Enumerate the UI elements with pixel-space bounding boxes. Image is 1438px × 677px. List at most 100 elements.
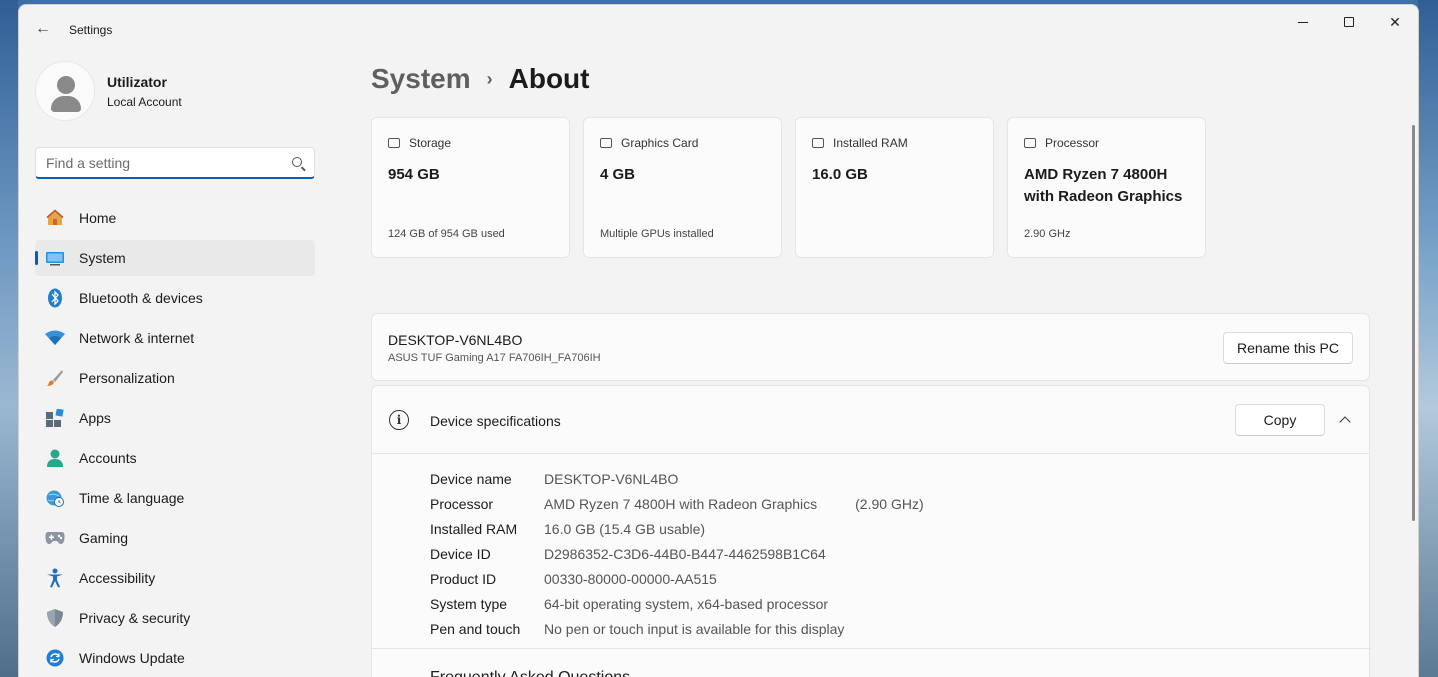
spec-value: No pen or touch input is available for t… — [544, 620, 845, 637]
profile-account-type: Local Account — [107, 94, 182, 109]
page-title: About — [508, 63, 590, 94]
spec-value: DESKTOP-V6NL4BO — [544, 470, 679, 487]
avatar — [35, 61, 95, 121]
copy-button[interactable]: Copy — [1235, 404, 1325, 436]
faq-section[interactable]: Frequently Asked Questions — [372, 648, 1371, 677]
search-icon[interactable] — [292, 157, 302, 167]
spec-value: 00330-80000-00000-AA515 — [544, 570, 717, 587]
sidebar-item-label: Accounts — [79, 450, 137, 466]
back-button[interactable]: ← — [29, 17, 57, 41]
card-title: Processor — [1045, 136, 1100, 150]
sidebar-item-accounts[interactable]: Accounts — [35, 440, 315, 476]
app-title: Settings — [69, 23, 113, 37]
sidebar-item-apps[interactable]: Apps — [35, 400, 315, 436]
spec-row-processor: Processor AMD Ryzen 7 4800H with Radeon … — [430, 491, 924, 516]
sidebar-item-label: Network & internet — [79, 330, 195, 346]
sidebar-item-bluetooth[interactable]: Bluetooth & devices — [35, 280, 315, 316]
sidebar-item-label: Gaming — [79, 530, 129, 546]
sidebar-item-label: System — [79, 250, 126, 266]
spec-cards: Storage 954 GB 124 GB of 954 GB used Gra… — [371, 117, 1206, 258]
spec-label: Device ID — [430, 545, 491, 562]
chevron-right-icon: › — [486, 68, 493, 89]
search-box[interactable] — [35, 147, 315, 179]
installed-ram-card[interactable]: Installed RAM 16.0 GB — [795, 117, 994, 258]
sidebar-item-system[interactable]: System — [35, 240, 315, 276]
spec-label: System type — [430, 595, 508, 612]
update-icon — [45, 648, 65, 668]
spec-label: Device name — [430, 470, 512, 487]
spec-value: AMD Ryzen 7 4800H with Radeon Graphics — [544, 495, 818, 512]
spec-value: D2986352-C3D6-44B0-B447-4462598B1C64 — [544, 545, 826, 562]
breadcrumb: System › About — [371, 63, 589, 95]
device-specifications-panel: i Device specifications Copy Device name… — [371, 385, 1371, 677]
sidebar-item-privacy-security[interactable]: Privacy & security — [35, 600, 315, 636]
sidebar-item-time-language[interactable]: Time & language — [35, 480, 315, 516]
storage-card[interactable]: Storage 954 GB 124 GB of 954 GB used — [371, 117, 570, 258]
apps-icon — [45, 408, 65, 428]
card-value: 4 GB — [600, 166, 636, 183]
ram-icon — [812, 138, 824, 148]
spec-row-pen-touch: Pen and touch No pen or touch input is a… — [430, 616, 924, 641]
spec-value: 16.0 GB (15.4 GB usable) — [544, 520, 706, 537]
sidebar-item-label: Home — [79, 210, 117, 226]
card-title: Installed RAM — [833, 136, 908, 150]
sidebar-item-label: Apps — [79, 410, 111, 426]
sidebar-item-label: Windows Update — [79, 650, 185, 666]
spec-label: Installed RAM — [430, 520, 518, 537]
user-profile[interactable]: Utilizator Local Account — [35, 61, 182, 121]
chevron-up-icon[interactable] — [1335, 410, 1355, 430]
bluetooth-icon — [45, 288, 65, 308]
spec-list: Device name DESKTOP-V6NL4BO Processor AM… — [430, 466, 924, 641]
storage-icon — [388, 138, 400, 148]
back-arrow-icon: ← — [35, 20, 51, 37]
search-input[interactable] — [46, 155, 276, 171]
system-icon — [45, 248, 65, 268]
sidebar-item-network[interactable]: Network & internet — [35, 320, 315, 356]
sidebar-item-windows-update[interactable]: Windows Update — [35, 640, 315, 676]
sidebar-item-personalization[interactable]: Personalization — [35, 360, 315, 396]
spec-label: Processor — [430, 495, 494, 512]
faq-title: Frequently Asked Questions — [430, 669, 630, 677]
spec-value-extra: (2.90 GHz) — [855, 495, 924, 512]
spec-value: 64-bit operating system, x64-based proce… — [544, 595, 829, 612]
sidebar-item-accessibility[interactable]: Accessibility — [35, 560, 315, 596]
accounts-icon — [45, 448, 65, 468]
graphics-card-icon — [600, 138, 612, 148]
sidebar-item-label: Time & language — [79, 490, 185, 506]
brush-icon — [45, 368, 65, 388]
spec-label: Pen and touch — [430, 620, 521, 637]
main-content: System › About Storage 954 GB 124 GB of … — [371, 5, 1418, 677]
sidebar-item-label: Privacy & security — [79, 610, 191, 626]
sidebar-item-gaming[interactable]: Gaming — [35, 520, 315, 556]
wifi-icon — [45, 328, 65, 348]
sidebar-item-home[interactable]: Home — [35, 200, 315, 236]
sidebar-item-label: Accessibility — [79, 570, 156, 586]
gamepad-icon — [45, 528, 65, 548]
device-specifications-title: Device specifications — [430, 413, 561, 429]
accessibility-icon — [45, 568, 65, 588]
globe-clock-icon — [45, 488, 65, 508]
processor-card[interactable]: Processor AMD Ryzen 7 4800H with Radeon … — [1007, 117, 1206, 258]
pc-name-row: DESKTOP-V6NL4BO ASUS TUF Gaming A17 FA70… — [371, 313, 1370, 381]
spec-row-device-id: Device ID D2986352-C3D6-44B0-B447-446259… — [430, 541, 924, 566]
vertical-scrollbar[interactable] — [1412, 125, 1415, 521]
spec-row-product-id: Product ID 00330-80000-00000-AA515 — [430, 566, 924, 591]
settings-window: ← Settings ✕ Utilizator Local Account Ho… — [18, 4, 1419, 677]
sidebar-item-label: Bluetooth & devices — [79, 290, 203, 306]
desktop-wallpaper-right — [1418, 0, 1438, 677]
card-subtitle: 2.90 GHz — [1024, 228, 1071, 240]
spec-label: Product ID — [430, 570, 497, 587]
device-specifications-header[interactable]: i Device specifications Copy — [372, 386, 1369, 454]
card-value: AMD Ryzen 7 4800H with Radeon Graphics — [1024, 166, 1183, 205]
breadcrumb-parent[interactable]: System — [371, 63, 471, 95]
card-value: 16.0 GB — [812, 166, 868, 183]
spec-row-device-name: Device name DESKTOP-V6NL4BO — [430, 466, 924, 491]
card-value: 954 GB — [388, 166, 440, 183]
profile-name: Utilizator — [107, 73, 167, 90]
info-icon: i — [389, 410, 409, 430]
graphics-card-card[interactable]: Graphics Card 4 GB Multiple GPUs install… — [583, 117, 782, 258]
rename-pc-button[interactable]: Rename this PC — [1223, 332, 1353, 364]
sidebar-nav: Home System Bluetooth & devices Network … — [35, 200, 315, 677]
card-subtitle: Multiple GPUs installed — [600, 228, 714, 240]
pc-name: DESKTOP-V6NL4BO — [388, 332, 523, 348]
